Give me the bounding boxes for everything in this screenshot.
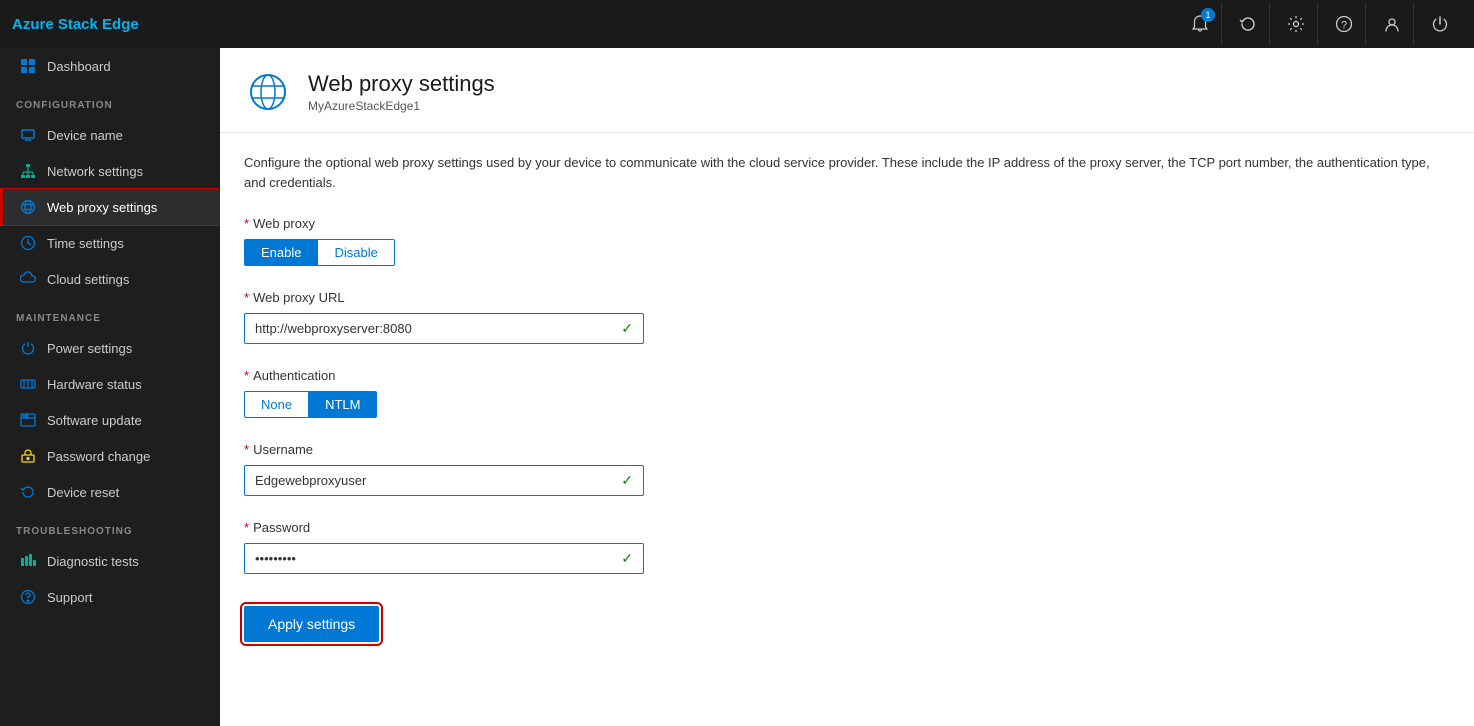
url-input[interactable] xyxy=(245,314,611,343)
cloud-icon xyxy=(19,270,37,288)
settings-button[interactable] xyxy=(1274,2,1318,46)
web-proxy-label: *Web proxy xyxy=(244,216,1450,231)
sidebar-section-maintenance: MAINTENANCE xyxy=(0,297,220,330)
sidebar-label: Support xyxy=(47,590,93,605)
sidebar-item-label: Dashboard xyxy=(47,59,111,74)
topbar: Azure Stack Edge 1 ? xyxy=(0,0,1474,48)
sidebar-item-time-settings[interactable]: Time settings xyxy=(0,225,220,261)
url-check-icon: ✓ xyxy=(611,320,643,337)
topbar-icons: 1 ? xyxy=(1178,2,1462,46)
sidebar-item-web-proxy[interactable]: Web proxy settings xyxy=(0,189,220,225)
url-input-wrapper: ✓ xyxy=(244,313,644,344)
sidebar: Dashboard CONFIGURATION Device name Netw… xyxy=(0,48,220,726)
enable-button[interactable]: Enable xyxy=(244,239,318,266)
password-input[interactable] xyxy=(245,544,611,573)
sidebar-item-hardware-status[interactable]: Hardware status xyxy=(0,366,220,402)
auth-none-button[interactable]: None xyxy=(244,391,309,418)
power-icon xyxy=(19,339,37,357)
reset-icon xyxy=(19,483,37,501)
username-label: *Username xyxy=(244,442,1450,457)
password-check-icon: ✓ xyxy=(611,550,643,567)
sidebar-label: Time settings xyxy=(47,236,124,251)
username-section: *Username ✓ xyxy=(244,442,1450,496)
auth-ntlm-button[interactable]: NTLM xyxy=(309,391,377,418)
page-header-icon xyxy=(244,68,292,116)
sidebar-label: Device name xyxy=(47,128,123,143)
app-brand: Azure Stack Edge xyxy=(12,16,139,33)
sidebar-item-device-name[interactable]: Device name xyxy=(0,117,220,153)
sidebar-item-dashboard[interactable]: Dashboard xyxy=(0,48,220,84)
password-input-wrapper: ✓ xyxy=(244,543,644,574)
dashboard-icon xyxy=(19,57,37,75)
password-section: *Password ✓ xyxy=(244,520,1450,574)
page-title: Web proxy settings xyxy=(308,71,495,97)
sidebar-label: Web proxy settings xyxy=(47,200,157,215)
time-icon xyxy=(19,234,37,252)
sidebar-item-power-settings[interactable]: Power settings xyxy=(0,330,220,366)
url-label: *Web proxy URL xyxy=(244,290,1450,305)
sidebar-label: Password change xyxy=(47,449,150,464)
page-header: Web proxy settings MyAzureStackEdge1 xyxy=(220,48,1474,133)
diagnostic-icon xyxy=(19,552,37,570)
page-title-block: Web proxy settings MyAzureStackEdge1 xyxy=(308,71,495,113)
web-proxy-section: *Web proxy Enable Disable xyxy=(244,216,1450,266)
sidebar-item-software-update[interactable]: Software update xyxy=(0,402,220,438)
username-check-icon: ✓ xyxy=(611,472,643,489)
sidebar-item-device-reset[interactable]: Device reset xyxy=(0,474,220,510)
software-icon xyxy=(19,411,37,429)
main-layout: Dashboard CONFIGURATION Device name Netw… xyxy=(0,48,1474,726)
sidebar-label: Cloud settings xyxy=(47,272,129,287)
sidebar-item-support[interactable]: Support xyxy=(0,579,220,615)
sidebar-section-troubleshooting: TROUBLESHOOTING xyxy=(0,510,220,543)
page-subtitle: MyAzureStackEdge1 xyxy=(308,99,495,113)
sidebar-item-network-settings[interactable]: Network settings xyxy=(0,153,220,189)
sidebar-label: Software update xyxy=(47,413,142,428)
disable-button[interactable]: Disable xyxy=(318,239,394,266)
password-icon xyxy=(19,447,37,465)
sidebar-label: Network settings xyxy=(47,164,143,179)
page-body: Configure the optional web proxy setting… xyxy=(220,133,1474,726)
web-proxy-url-section: *Web proxy URL ✓ xyxy=(244,290,1450,344)
notification-count: 1 xyxy=(1201,8,1215,22)
username-input-wrapper: ✓ xyxy=(244,465,644,496)
support-icon xyxy=(19,588,37,606)
webproxy-icon xyxy=(19,198,37,216)
notification-button[interactable]: 1 xyxy=(1178,2,1222,46)
password-label: *Password xyxy=(244,520,1450,535)
sidebar-label: Power settings xyxy=(47,341,132,356)
sidebar-item-cloud-settings[interactable]: Cloud settings xyxy=(0,261,220,297)
device-icon xyxy=(19,126,37,144)
sidebar-label: Device reset xyxy=(47,485,119,500)
authentication-section: *Authentication None NTLM xyxy=(244,368,1450,418)
auth-toggle: None NTLM xyxy=(244,391,1450,418)
sidebar-item-diagnostic-tests[interactable]: Diagnostic tests xyxy=(0,543,220,579)
web-proxy-toggle: Enable Disable xyxy=(244,239,1450,266)
refresh-button[interactable] xyxy=(1226,2,1270,46)
content-area: Web proxy settings MyAzureStackEdge1 Con… xyxy=(220,48,1474,726)
hardware-icon xyxy=(19,375,37,393)
apply-settings-button[interactable]: Apply settings xyxy=(244,606,379,642)
sidebar-label: Hardware status xyxy=(47,377,142,392)
auth-label: *Authentication xyxy=(244,368,1450,383)
sidebar-label: Diagnostic tests xyxy=(47,554,139,569)
help-button[interactable]: ? xyxy=(1322,2,1366,46)
power-button[interactable] xyxy=(1418,2,1462,46)
sidebar-item-password-change[interactable]: Password change xyxy=(0,438,220,474)
account-button[interactable] xyxy=(1370,2,1414,46)
network-icon xyxy=(19,162,37,180)
page-description: Configure the optional web proxy setting… xyxy=(244,153,1444,192)
username-input[interactable] xyxy=(245,466,611,495)
svg-text:?: ? xyxy=(1340,20,1346,32)
sidebar-section-configuration: CONFIGURATION xyxy=(0,84,220,117)
